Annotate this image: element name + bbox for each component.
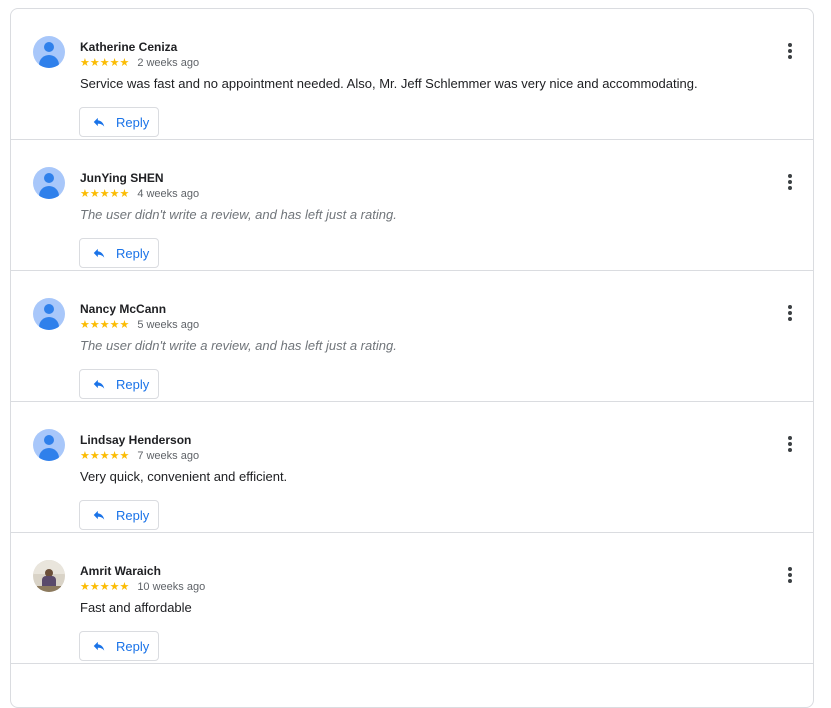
review-text: The user didn't write a review, and has … [80, 338, 397, 353]
more-options-icon[interactable] [783, 303, 797, 323]
review-text: Very quick, convenient and efficient. [80, 469, 288, 484]
review-meta: ★★★★★ 7 weeks ago [80, 449, 199, 463]
star-rating: ★★★★★ [80, 581, 130, 593]
reviewer-name[interactable]: JunYing SHEN [80, 171, 164, 185]
more-options-icon[interactable] [783, 434, 797, 454]
review-meta: ★★★★★ 2 weeks ago [80, 56, 199, 70]
review-card: Lindsay Henderson ★★★★★ 7 weeks ago Very… [11, 402, 813, 533]
user-avatar-icon[interactable] [33, 36, 65, 68]
reply-arrow-icon [93, 248, 105, 258]
user-avatar-icon[interactable] [33, 167, 65, 199]
review-text: The user didn't write a review, and has … [80, 207, 397, 222]
review-time: 7 weeks ago [137, 450, 200, 462]
reviewer-name[interactable]: Nancy McCann [80, 302, 166, 316]
star-rating: ★★★★★ [80, 319, 130, 331]
user-photo-avatar[interactable] [33, 560, 65, 592]
reply-label: Reply [116, 376, 150, 392]
review-meta: ★★★★★ 4 weeks ago [80, 187, 199, 201]
review-card: Katherine Ceniza ★★★★★ 2 weeks ago Servi… [11, 9, 813, 140]
reviewer-name[interactable]: Katherine Ceniza [80, 40, 177, 54]
reply-label: Reply [116, 114, 150, 130]
reviewer-name[interactable]: Lindsay Henderson [80, 433, 191, 447]
star-rating: ★★★★★ [80, 450, 130, 462]
review-time: 4 weeks ago [137, 188, 200, 200]
reply-arrow-icon [93, 510, 105, 520]
reply-button[interactable]: Reply [79, 369, 159, 399]
review-text: Fast and affordable [80, 600, 192, 615]
reply-label: Reply [116, 507, 150, 523]
review-text: Service was fast and no appointment need… [80, 76, 698, 91]
reply-label: Reply [116, 245, 150, 261]
reply-button[interactable]: Reply [79, 631, 159, 661]
review-card: Nancy McCann ★★★★★ 5 weeks ago The user … [11, 271, 813, 402]
user-avatar-icon[interactable] [33, 298, 65, 330]
star-rating: ★★★★★ [80, 57, 130, 69]
review-time: 2 weeks ago [137, 57, 200, 69]
review-card: JunYing SHEN ★★★★★ 4 weeks ago The user … [11, 140, 813, 271]
reply-arrow-icon [93, 641, 105, 651]
reply-button[interactable]: Reply [79, 500, 159, 530]
review-meta: ★★★★★ 5 weeks ago [80, 318, 199, 332]
reply-arrow-icon [93, 117, 105, 127]
reply-label: Reply [116, 638, 150, 654]
more-options-icon[interactable] [783, 172, 797, 192]
more-options-icon[interactable] [783, 565, 797, 585]
review-time: 10 weeks ago [137, 581, 206, 593]
star-rating: ★★★★★ [80, 188, 130, 200]
reviewer-name[interactable]: Amrit Waraich [80, 564, 161, 578]
review-card: Amrit Waraich ★★★★★ 10 weeks ago Fast an… [11, 533, 813, 664]
review-meta: ★★★★★ 10 weeks ago [80, 580, 205, 594]
more-options-icon[interactable] [783, 41, 797, 61]
reply-arrow-icon [93, 379, 105, 389]
reviews-panel: Katherine Ceniza ★★★★★ 2 weeks ago Servi… [10, 8, 814, 708]
reply-button[interactable]: Reply [79, 107, 159, 137]
review-time: 5 weeks ago [137, 319, 200, 331]
reply-button[interactable]: Reply [79, 238, 159, 268]
user-avatar-icon[interactable] [33, 429, 65, 461]
